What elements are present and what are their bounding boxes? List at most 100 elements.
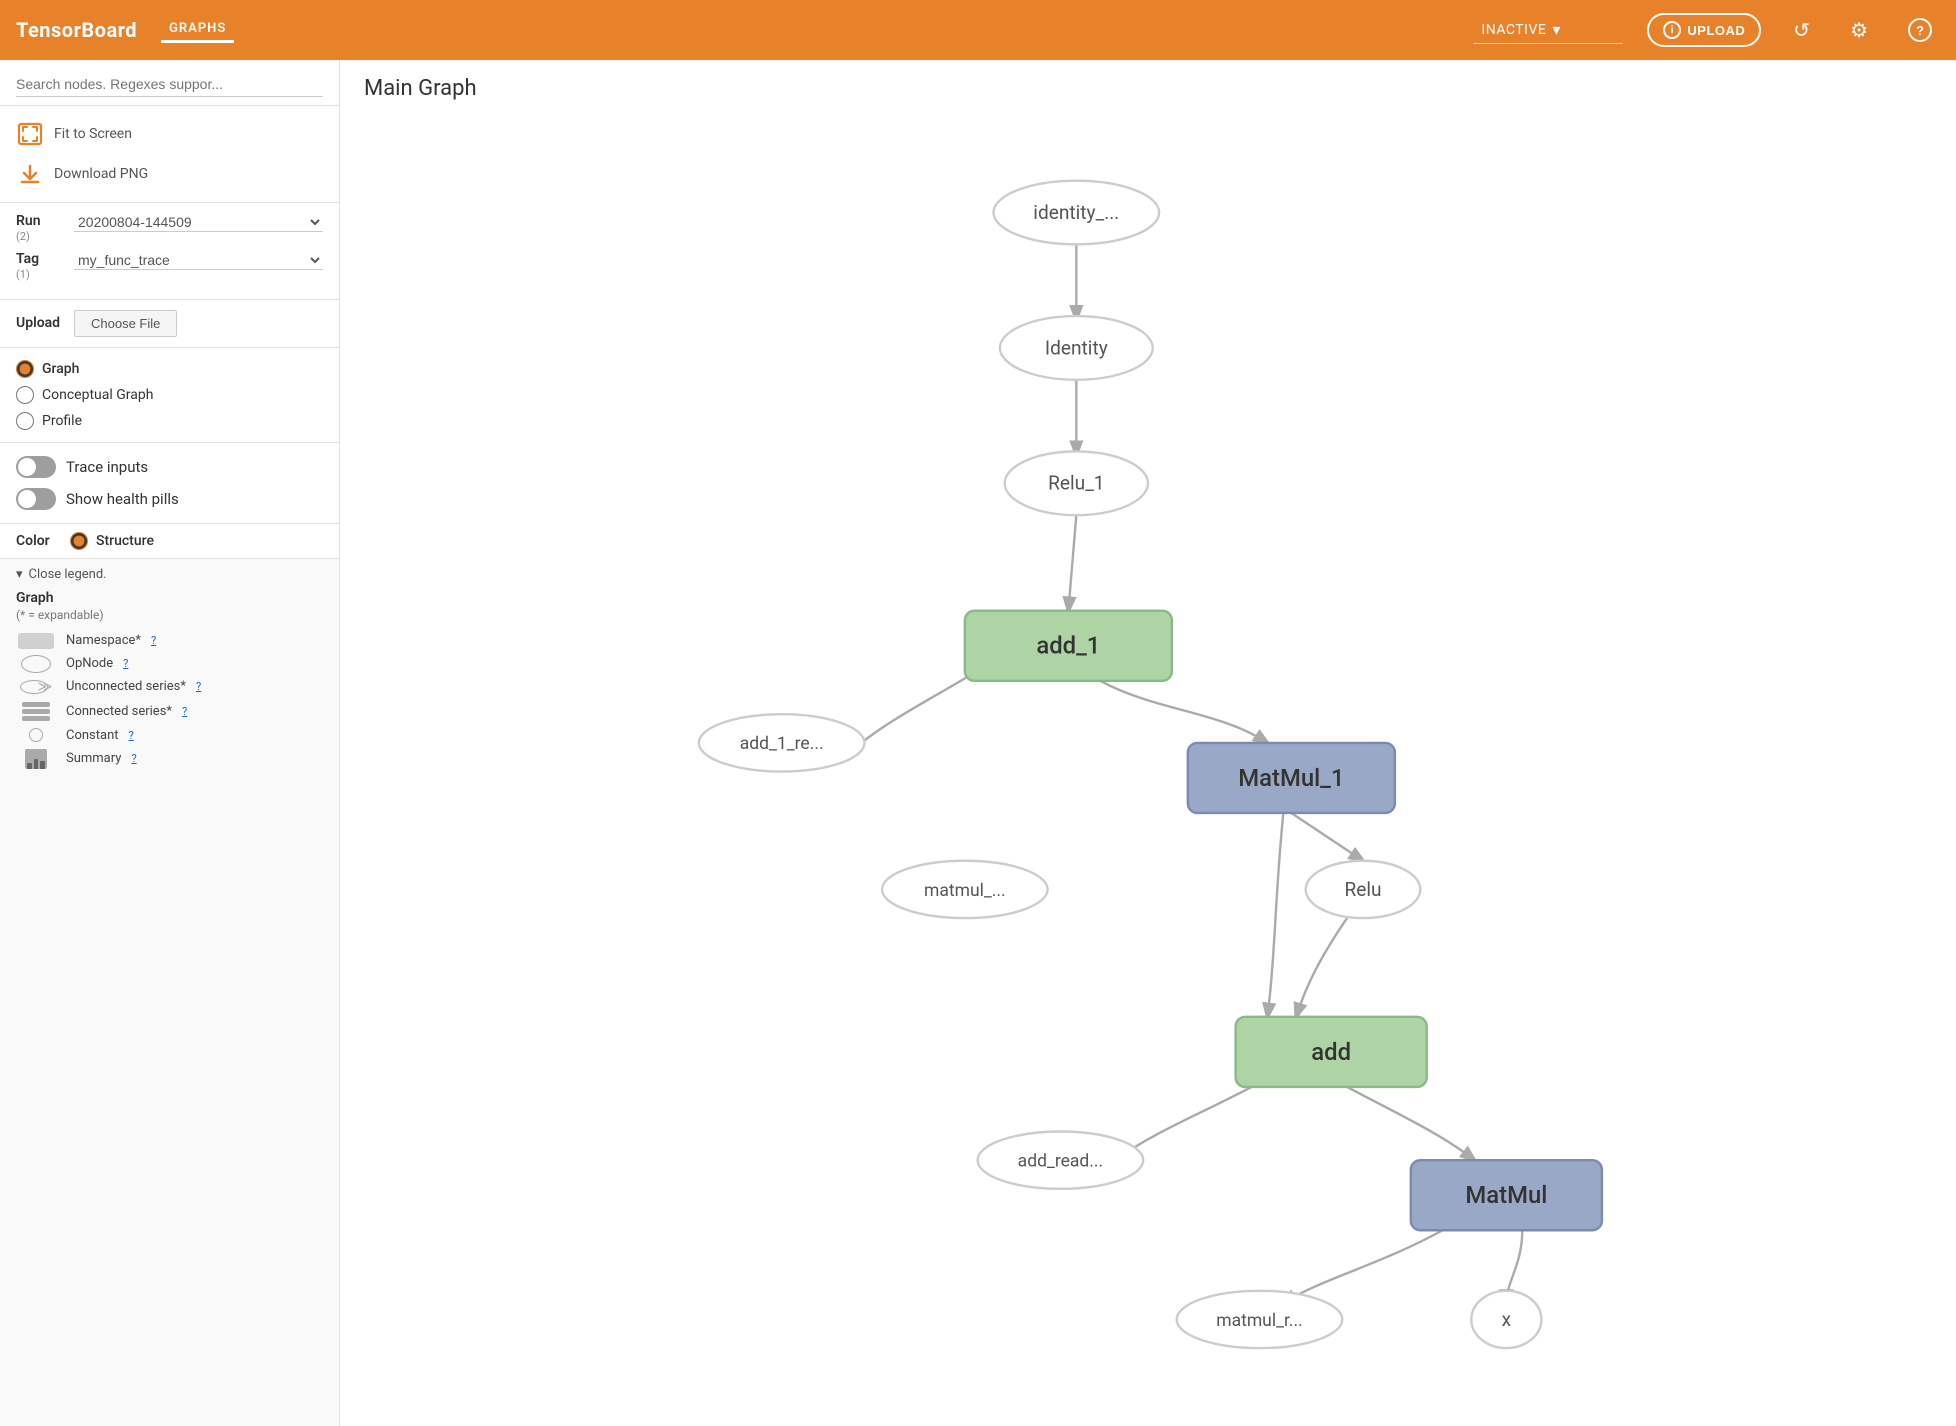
unconnected-help-link[interactable]: ? bbox=[196, 680, 201, 693]
info-icon: i bbox=[1663, 21, 1681, 39]
profile-radio-row[interactable]: Profile bbox=[16, 408, 323, 434]
conceptual-graph-radio[interactable] bbox=[16, 386, 34, 404]
color-structure-label: Structure bbox=[96, 533, 154, 549]
upload-button[interactable]: i UPLOAD bbox=[1647, 13, 1761, 47]
download-png-label: Download PNG bbox=[54, 166, 148, 182]
constant-help-link[interactable]: ? bbox=[129, 729, 134, 742]
run-tag-section: Run (2) 20200804-144509 Tag (1) my_func_… bbox=[0, 203, 339, 300]
upload-row: Upload Choose File bbox=[16, 310, 323, 337]
graph-canvas[interactable]: identity_... Identity Relu_1 add_1 add_1… bbox=[340, 109, 1956, 1415]
legend-item-constant: Constant ? bbox=[16, 725, 323, 746]
legend-connected-label: Connected series* bbox=[66, 704, 172, 719]
graph-radio[interactable] bbox=[16, 360, 34, 378]
node-matmul-r-label: matmul_r... bbox=[1216, 1311, 1302, 1331]
graph-radio-label: Graph bbox=[42, 361, 79, 377]
graph-radio-row[interactable]: Graph bbox=[16, 356, 323, 382]
profile-radio[interactable] bbox=[16, 412, 34, 430]
actions-section: Fit to Screen Download PNG bbox=[0, 106, 339, 203]
fit-to-screen-label: Fit to Screen bbox=[54, 126, 132, 142]
legend-unconnected-label: Unconnected series* bbox=[66, 679, 186, 694]
node-add1re-label: add_1_re... bbox=[740, 734, 824, 754]
show-health-pills-slider bbox=[16, 488, 56, 510]
app-logo: TensorBoard bbox=[16, 18, 137, 42]
fit-to-screen-row[interactable]: Fit to Screen bbox=[16, 114, 323, 154]
namespace-icon bbox=[16, 633, 56, 649]
graph-area[interactable]: Main Graph bbox=[340, 60, 1956, 1426]
run-label-wrap: Run (2) bbox=[16, 213, 66, 243]
opnode-help-link[interactable]: ? bbox=[123, 657, 128, 670]
status-dropdown-arrow: ▾ bbox=[1552, 20, 1560, 39]
main-layout: Fit to Screen Download PNG Run (2) bbox=[0, 60, 1956, 1426]
header-nav: GRAPHS bbox=[161, 17, 234, 43]
edge-matmul1-to-add bbox=[1267, 813, 1283, 1017]
graph-svg[interactable]: identity_... Identity Relu_1 add_1 add_1… bbox=[340, 109, 1956, 1415]
trace-inputs-slider bbox=[16, 456, 56, 478]
namespace-help-link[interactable]: ? bbox=[151, 634, 156, 647]
show-health-pills-toggle[interactable] bbox=[16, 488, 56, 510]
node-add1-label: add_1 bbox=[1036, 632, 1100, 660]
run-field-row: Run (2) 20200804-144509 bbox=[16, 213, 323, 243]
connected-help-link[interactable]: ? bbox=[182, 705, 187, 718]
conceptual-graph-radio-label: Conceptual Graph bbox=[42, 387, 153, 403]
search-section bbox=[0, 60, 339, 106]
trace-inputs-toggle[interactable] bbox=[16, 456, 56, 478]
run-label: Run bbox=[16, 213, 66, 230]
trace-inputs-label: Trace inputs bbox=[66, 458, 148, 476]
edge-relu-to-add bbox=[1296, 918, 1347, 1017]
upload-label: UPLOAD bbox=[1687, 23, 1745, 38]
help-icon: ? bbox=[1908, 18, 1932, 42]
download-png-row[interactable]: Download PNG bbox=[16, 154, 323, 194]
tag-selector[interactable]: my_func_trace bbox=[74, 251, 323, 270]
settings-icon: ⚙ bbox=[1850, 18, 1868, 43]
tag-label-wrap: Tag (1) bbox=[16, 251, 66, 281]
settings-button[interactable]: ⚙ bbox=[1842, 14, 1876, 47]
search-input[interactable] bbox=[16, 72, 323, 97]
toggles-section: Trace inputs Show health pills bbox=[0, 443, 339, 524]
edge-matmul1-to-relu bbox=[1291, 813, 1363, 861]
edge-relu1-to-add1 bbox=[1068, 515, 1076, 611]
color-section: Color Structure bbox=[0, 524, 339, 559]
edge-add-to-matmul bbox=[1347, 1087, 1474, 1160]
legend-toggle-row[interactable]: ▾ Close legend. bbox=[16, 567, 323, 582]
summary-icon bbox=[16, 749, 56, 769]
edge-add1-to-matmul1 bbox=[1100, 681, 1267, 743]
node-identity-dots-label: identity_... bbox=[1033, 201, 1119, 224]
node-matmul-dots-label: matmul_... bbox=[924, 881, 1006, 901]
fit-to-screen-icon bbox=[16, 120, 44, 148]
inactive-badge: INACTIVE bbox=[1481, 22, 1546, 38]
legend-chevron-icon: ▾ bbox=[16, 567, 23, 582]
legend-title: Graph bbox=[16, 590, 323, 606]
run-selector[interactable]: 20200804-144509 bbox=[74, 213, 323, 232]
connected-icon bbox=[16, 701, 56, 722]
node-matmul-label: MatMul bbox=[1465, 1181, 1547, 1209]
conceptual-graph-radio-row[interactable]: Conceptual Graph bbox=[16, 382, 323, 408]
node-identity-label: Identity bbox=[1045, 336, 1108, 359]
run-status-selector[interactable]: INACTIVE ▾ bbox=[1473, 16, 1623, 44]
legend-item-unconnected: ≫ Unconnected series* ? bbox=[16, 676, 323, 698]
color-structure-radio[interactable] bbox=[70, 532, 88, 550]
summary-help-link[interactable]: ? bbox=[131, 752, 136, 765]
node-add-label: add bbox=[1311, 1038, 1351, 1066]
color-label: Color bbox=[16, 533, 62, 549]
graphs-nav-item[interactable]: GRAPHS bbox=[161, 17, 234, 43]
opnode-icon bbox=[16, 655, 56, 673]
legend-section: ▾ Close legend. Graph (* = expandable) N… bbox=[0, 559, 339, 1426]
download-png-icon bbox=[16, 160, 44, 188]
refresh-icon: ↺ bbox=[1793, 18, 1810, 43]
tag-label: Tag bbox=[16, 251, 66, 268]
refresh-button[interactable]: ↺ bbox=[1785, 14, 1818, 47]
run-count: (2) bbox=[16, 230, 66, 243]
header: TensorBoard GRAPHS INACTIVE ▾ i UPLOAD ↺… bbox=[0, 0, 1956, 60]
choose-file-button[interactable]: Choose File bbox=[74, 310, 177, 337]
graph-title: Main Graph bbox=[340, 60, 1956, 109]
profile-radio-label: Profile bbox=[42, 413, 82, 429]
node-matmul1-label: MatMul_1 bbox=[1238, 764, 1344, 792]
legend-subtitle: (* = expandable) bbox=[16, 608, 323, 622]
trace-inputs-row: Trace inputs bbox=[16, 451, 323, 483]
legend-summary-label: Summary bbox=[66, 751, 121, 766]
legend-toggle-label: Close legend. bbox=[29, 567, 107, 582]
show-health-pills-label: Show health pills bbox=[66, 490, 179, 508]
legend-opnode-label: OpNode bbox=[66, 656, 113, 671]
constant-icon bbox=[16, 728, 56, 742]
help-button[interactable]: ? bbox=[1900, 14, 1940, 46]
